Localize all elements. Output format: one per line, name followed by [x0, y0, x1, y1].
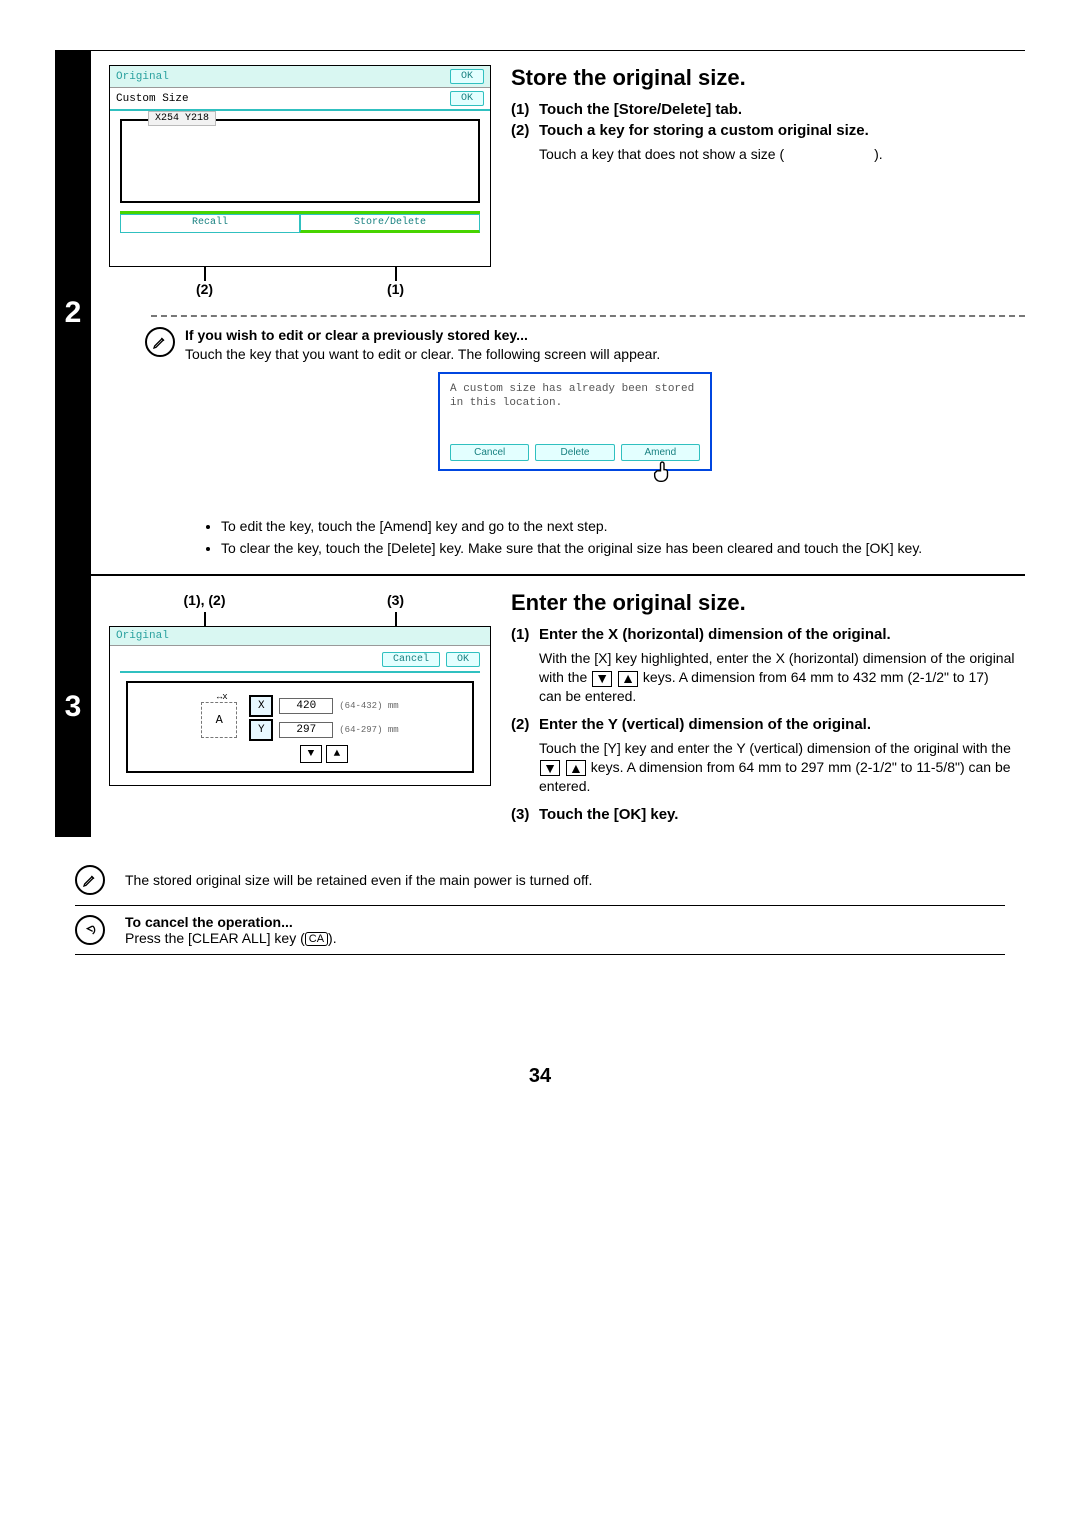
retain-note: The stored original size will be retaine… — [75, 865, 1005, 895]
down-arrow-icon: ▼ — [540, 760, 560, 776]
step-2-number: 2 — [55, 51, 91, 574]
pencil-icon — [145, 327, 175, 357]
popup-delete[interactable]: Delete — [535, 444, 614, 461]
cancel-body: Press the [CLEAR ALL] key (CA). — [125, 930, 337, 946]
y-range: (64-297) mm — [339, 725, 398, 735]
step2-title: Store the original size. — [511, 65, 1015, 91]
tab-store-delete[interactable]: Store/Delete — [300, 214, 480, 233]
fig2-ok[interactable]: OK — [446, 652, 480, 667]
step3-instr1-body: With the [X] key highlighted, enter the … — [539, 649, 1015, 706]
fig2-title: Original — [116, 630, 169, 642]
step3-instr2-body: Touch the [Y] key and enter the Y (verti… — [539, 739, 1015, 796]
fig1-subtitle: Custom Size — [116, 93, 189, 105]
step-2-row: 2 Original OK Custom Size OK X254 Y218 — [55, 50, 1025, 575]
tab-recall[interactable]: Recall — [120, 214, 300, 233]
schematic-icon: A — [201, 702, 237, 738]
step3-title: Enter the original size. — [511, 590, 1015, 616]
fig1-storage-slot[interactable]: X254 Y218 — [120, 119, 480, 203]
popup-cancel[interactable]: Cancel — [450, 444, 529, 461]
step-3-row: 3 (1), (2) (3) Original Cancel — [55, 575, 1025, 836]
fig2-cancel[interactable]: Cancel — [382, 652, 440, 667]
edit-clear-bullets: To edit the key, touch the [Amend] key a… — [181, 516, 1005, 559]
back-arrow-icon — [75, 915, 105, 945]
step-3-number: 3 — [55, 576, 91, 836]
step2-instr1: Touch the [Store/Delete] tab. — [539, 101, 742, 118]
callout-2: (2) — [196, 281, 213, 297]
callout-12: (1), (2) — [109, 592, 300, 608]
step3-instr2: Enter the Y (vertical) dimension of the … — [539, 716, 871, 733]
pencil-icon — [75, 865, 105, 895]
y-value: 297 — [279, 722, 333, 738]
step2-instr2: Touch a key for storing a custom origina… — [539, 122, 869, 139]
fig1-title: Original — [116, 71, 169, 83]
x-range: (64-432) mm — [339, 701, 398, 711]
page-number: 34 — [55, 1065, 1025, 1088]
fig1-size-tag[interactable]: X254 Y218 — [148, 111, 216, 126]
down-arrow-button[interactable]: ▼ — [300, 745, 322, 763]
step3-instr3: Touch the [OK] key. — [539, 806, 678, 823]
step3-instr1: Enter the X (horizontal) dimension of th… — [539, 626, 891, 643]
figure-original-store: Original OK Custom Size OK X254 Y218 Rec… — [109, 65, 491, 267]
step2-instr2-body: Touch a key that does not show a size ()… — [539, 145, 1015, 164]
down-arrow-icon: ▼ — [592, 671, 612, 687]
figure-size-entry: Original Cancel OK ↔x A — [109, 626, 491, 786]
edit-note-title: If you wish to edit or clear a previousl… — [185, 327, 660, 343]
popup-already-stored: A custom size has already been stored in… — [438, 372, 712, 471]
x-key[interactable]: X — [249, 695, 273, 717]
pointer-hand-icon — [650, 458, 678, 491]
up-arrow-icon: ▲ — [566, 760, 586, 776]
ca-key-icon: CA — [305, 932, 328, 946]
up-arrow-icon: ▲ — [618, 671, 638, 687]
fig1-ok[interactable]: OK — [450, 69, 484, 84]
fig1-ok2[interactable]: OK — [450, 91, 484, 106]
callout-3: (3) — [300, 592, 491, 608]
x-value: 420 — [279, 698, 333, 714]
callout-1: (1) — [387, 281, 404, 297]
edit-note-text: Touch the key that you want to edit or c… — [185, 345, 660, 364]
y-key[interactable]: Y — [249, 719, 273, 741]
cancel-title: To cancel the operation... — [125, 914, 337, 930]
up-arrow-button[interactable]: ▲ — [326, 745, 348, 763]
